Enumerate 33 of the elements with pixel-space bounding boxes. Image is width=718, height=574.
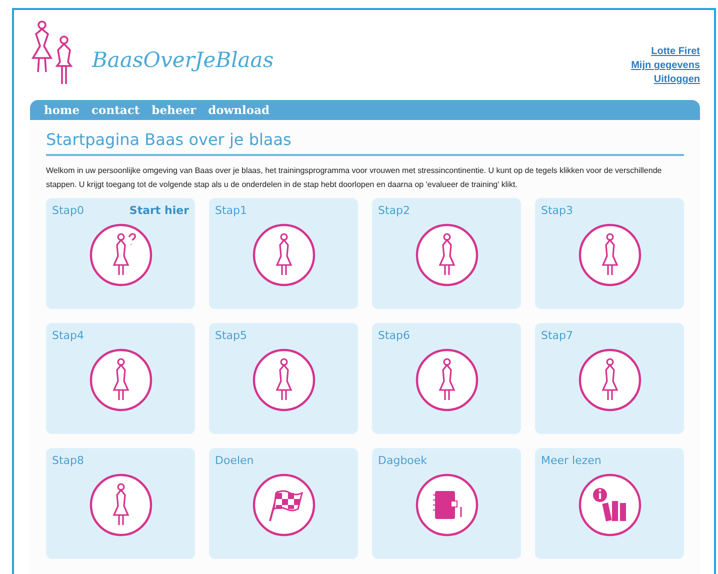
woman-icon <box>252 223 316 287</box>
step-tile[interactable]: Dagboek <box>372 448 521 559</box>
step-tile[interactable]: Stap4 <box>46 323 195 434</box>
notebook-icon <box>414 473 478 537</box>
step-tile[interactable]: Doelen <box>209 448 358 559</box>
woman-icon <box>414 348 478 412</box>
woman-icon <box>88 348 152 412</box>
woman-icon <box>88 473 152 537</box>
step-tile[interactable]: Stap7 <box>535 323 684 434</box>
step-tile[interactable]: Meer lezen <box>535 448 684 559</box>
user-link[interactable]: Uitloggen <box>654 74 700 85</box>
step-tile[interactable]: Stap3 <box>535 198 684 309</box>
checkered-flag-icon <box>252 473 316 537</box>
step-tile[interactable]: Stap5 <box>209 323 358 434</box>
woman-icon <box>578 223 642 287</box>
step-tile[interactable]: Stap1 <box>209 198 358 309</box>
step-tile[interactable]: Stap6 <box>372 323 521 434</box>
user-link[interactable]: Mijn gegevens <box>631 60 700 71</box>
step-tile[interactable]: Stap2 <box>372 198 521 309</box>
user-link[interactable]: Lotte Firet <box>651 46 700 57</box>
nav-link[interactable]: contact <box>92 103 140 117</box>
woman-icon <box>414 223 478 287</box>
nav-link[interactable]: home <box>44 103 80 117</box>
nav-link[interactable]: beheer <box>152 103 196 117</box>
nav-link[interactable]: download <box>208 103 270 117</box>
info-books-icon <box>578 473 642 537</box>
woman-icon <box>252 348 316 412</box>
logo-text: BaasOverJeBlaas <box>92 48 274 72</box>
step-tile[interactable]: Stap8 <box>46 448 195 559</box>
step-tile[interactable]: Stap0 Start hier <box>46 198 195 309</box>
intro-text: Welkom in uw persoonlijke omgeving van Baas over je blaas, het trainingsprogramma voor vrouwen met stressincontinentie. U kunt op de tegels klikken voor de verschillende stappen. U krijgt toegang tot de volgende stap als u de onderdelen in de stap hebt doorlopen en daarna op 'evalueer de training' klikt. <box>46 165 663 191</box>
page-title: Startpagina Baas over je blaas <box>46 130 684 156</box>
woman-icon <box>578 348 642 412</box>
